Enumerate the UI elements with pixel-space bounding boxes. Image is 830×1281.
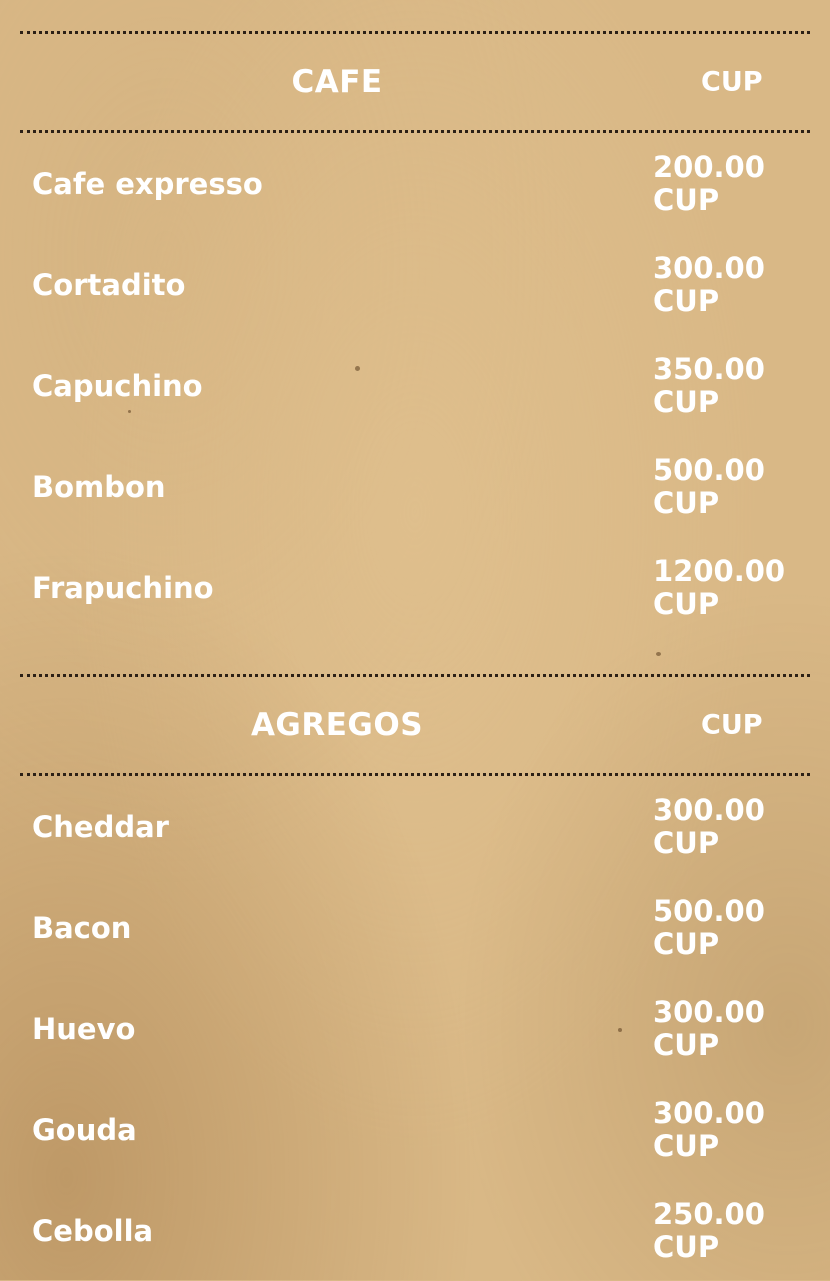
section-header: CAFE CUP [20, 31, 810, 133]
section-header: AGREGOS CUP [20, 674, 810, 776]
section-title: CAFE [291, 64, 383, 100]
price-currency: CUP [653, 825, 720, 860]
item-list: Cheddar 300.00 CUP Bacon 500.00 CUP Huev… [20, 776, 810, 1281]
menu-item: Gouda 300.00 CUP [20, 1079, 810, 1180]
price-value: 300.00 [653, 1095, 765, 1130]
price-currency: CUP [653, 384, 720, 419]
item-price: 200.00 CUP [653, 149, 803, 217]
item-name: Capuchino [32, 368, 203, 403]
menu-item: Cortadito 300.00 CUP [20, 234, 810, 335]
section-agregos: AGREGOS CUP Cheddar 300.00 CUP Bacon 500… [20, 674, 810, 1281]
section-currency-label: CUP [701, 66, 763, 98]
item-price: 350.00 CUP [653, 351, 803, 419]
price-value: 1200.00 [653, 553, 786, 588]
item-name: Frapuchino [32, 570, 214, 605]
item-name: Cheddar [32, 809, 169, 844]
price-currency: CUP [653, 926, 720, 961]
price-currency: CUP [653, 586, 720, 621]
item-name: Cortadito [32, 267, 186, 302]
item-name: Gouda [32, 1112, 137, 1147]
menu-item: Huevo 300.00 CUP [20, 978, 810, 1079]
item-name: Bombon [32, 469, 166, 504]
section-cafe: CAFE CUP Cafe expresso 200.00 CUP Cortad… [20, 31, 810, 638]
section-currency-label: CUP [701, 709, 763, 741]
item-list: Cafe expresso 200.00 CUP Cortadito 300.0… [20, 133, 810, 638]
price-value: 350.00 [653, 351, 765, 386]
item-name: Huevo [32, 1011, 136, 1046]
price-currency: CUP [653, 1128, 720, 1163]
menu-item: Cebolla 250.00 CUP [20, 1180, 810, 1281]
menu-item: Capuchino 350.00 CUP [20, 335, 810, 436]
item-price: 300.00 CUP [653, 250, 803, 318]
menu-item: Cafe expresso 200.00 CUP [20, 133, 810, 234]
price-currency: CUP [653, 1229, 720, 1264]
menu-item: Bombon 500.00 CUP [20, 436, 810, 537]
price-value: 500.00 [653, 893, 765, 928]
item-price: 300.00 CUP [653, 994, 803, 1062]
price-value: 200.00 [653, 149, 765, 184]
menu-item: Bacon 500.00 CUP [20, 877, 810, 978]
menu: CAFE CUP Cafe expresso 200.00 CUP Cortad… [20, 31, 810, 1281]
price-value: 300.00 [653, 994, 765, 1029]
price-currency: CUP [653, 485, 720, 520]
item-price: 500.00 CUP [653, 893, 803, 961]
price-value: 300.00 [653, 250, 765, 285]
price-currency: CUP [653, 182, 720, 217]
item-price: 250.00 CUP [653, 1196, 803, 1264]
item-price: 500.00 CUP [653, 452, 803, 520]
price-value: 250.00 [653, 1196, 765, 1231]
price-value: 500.00 [653, 452, 765, 487]
price-currency: CUP [653, 1027, 720, 1062]
item-name: Cafe expresso [32, 166, 263, 201]
item-price: 1200.00 CUP [653, 553, 803, 621]
item-price: 300.00 CUP [653, 1095, 803, 1163]
menu-item: Frapuchino 1200.00 CUP [20, 537, 810, 638]
price-currency: CUP [653, 283, 720, 318]
item-price: 300.00 CUP [653, 792, 803, 860]
item-name: Cebolla [32, 1213, 154, 1248]
menu-item: Cheddar 300.00 CUP [20, 776, 810, 877]
price-value: 300.00 [653, 792, 765, 827]
section-title: AGREGOS [250, 707, 424, 743]
menu-page: { "sections": [ { "title": "CAFE", "curr… [0, 0, 830, 1280]
item-name: Bacon [32, 910, 132, 945]
